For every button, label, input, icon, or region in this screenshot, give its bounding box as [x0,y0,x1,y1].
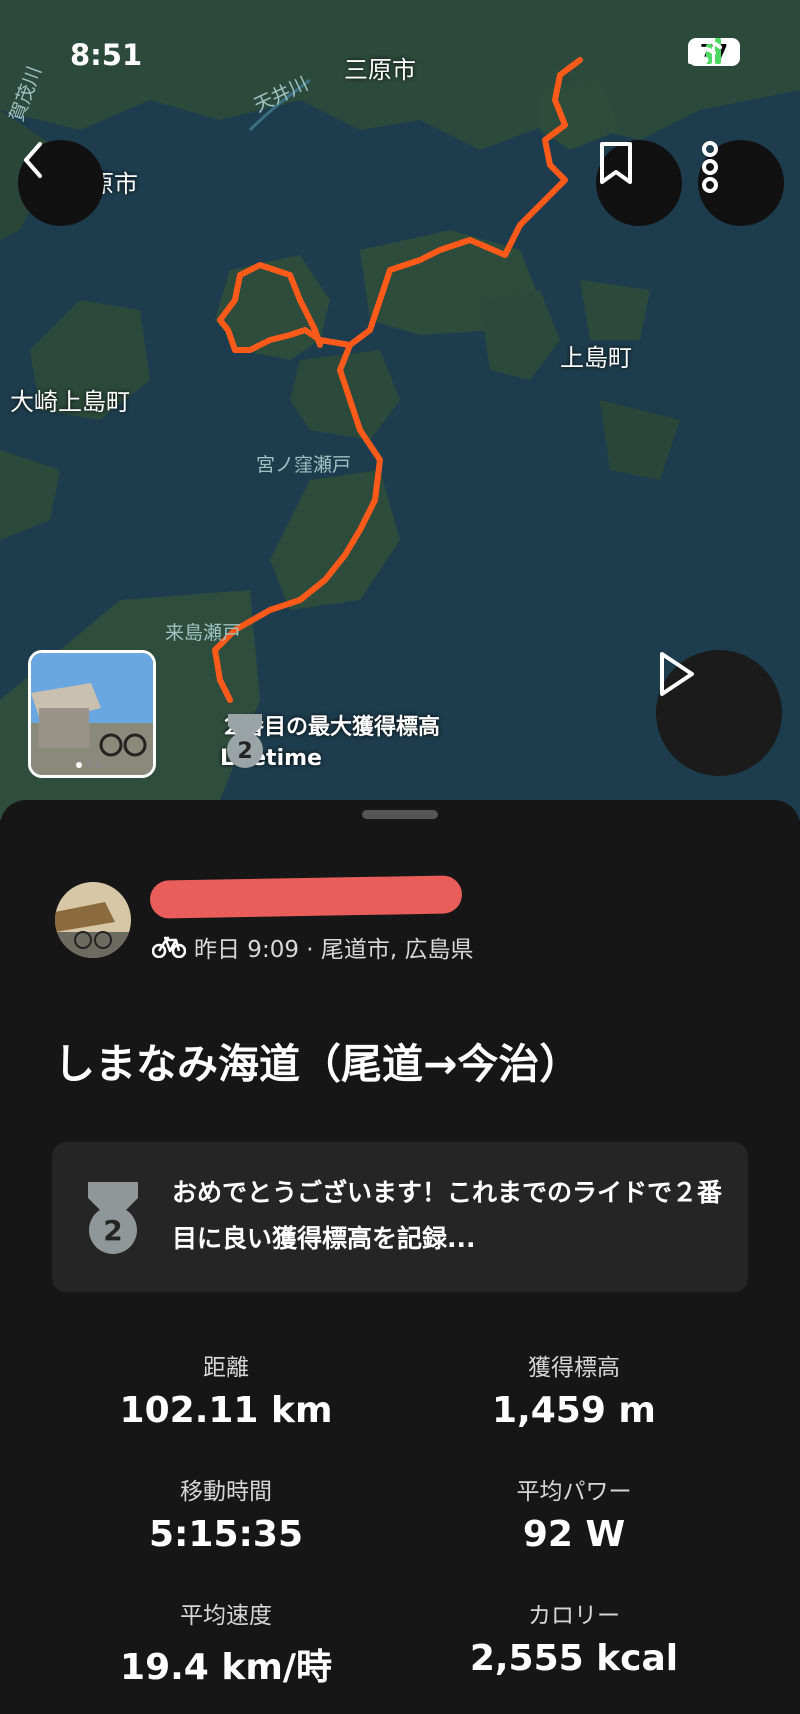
activity-meta-text: 昨日 9:09 · 尾道市, 広島県 [194,937,474,963]
status-time: 8:51 [70,38,143,72]
stat-moving-time: 移動時間 5:15:35 [76,1472,376,1555]
map-label-miyanokubo: 宮ノ窪瀬戸 [256,454,352,476]
map-label-osakikamijima: 大崎上島町 [10,388,130,416]
athlete-name-redacted [149,875,463,919]
sheet-drag-handle[interactable] [362,810,438,819]
map-medal-rank: 2 [237,739,252,764]
stat-value: 1,459 m [492,1390,656,1431]
stat-value: 92 W [522,1514,626,1555]
card-medal-rank: 2 [103,1214,122,1247]
stat-distance: 距離 102.11 km [76,1348,376,1431]
bookmark-icon [600,142,632,184]
activity-detail-sheet[interactable]: 昨日 9:09 · 尾道市, 広島県 しまなみ海道（尾道→今治） 2 おめでとう… [0,800,800,1714]
map-achievement-badge: 2 ２番目の最大獲得標高 Lifetime [220,712,440,774]
medal-icon: 2 [88,1182,138,1254]
status-icons: 77 [688,38,740,66]
more-icon [702,141,718,193]
activity-meta: 昨日 9:09 · 尾道市, 広島県 [152,930,474,964]
stat-elevation-gain: 獲得標高 1,459 m [424,1348,724,1431]
medal-icon: 2 [227,714,263,768]
stat-value: 102.11 km [119,1390,333,1431]
activity-photo-thumbnail[interactable] [28,650,156,778]
more-options-button[interactable] [698,140,784,226]
bike-icon [152,936,186,958]
photo-thumbnail-image [31,653,153,775]
map-label-kamijima: 上島町 [560,344,632,372]
stat-value: 19.4 km/時 [120,1647,332,1688]
map-label-mihara: 三原市 [344,56,416,84]
stat-label: 獲得標高 [528,1355,620,1381]
back-button[interactable] [18,140,104,226]
activity-title: しまなみ海道（尾道→今治） [54,1040,581,1088]
stat-label: 移動時間 [180,1479,272,1505]
bookmark-button[interactable] [596,140,682,226]
stat-label: カロリー [528,1603,620,1629]
avatar-image [55,882,131,958]
play-flyover-button[interactable] [656,650,782,776]
stat-value: 2,555 kcal [469,1638,679,1679]
achievement-message: おめでとうございます！これまでのライドで２番目に良い獲得標高を記録... [172,1178,723,1253]
stat-calories: カロリー 2,555 kcal [424,1596,724,1679]
stat-average-power: 平均パワー 92 W [424,1472,724,1555]
stat-label: 平均パワー [516,1479,632,1505]
stat-average-speed: 平均速度 19.4 km/時 [76,1596,376,1690]
play-icon [660,652,694,696]
avatar[interactable] [55,882,131,958]
map-label-kurushima: 来島瀬戸 [165,622,242,644]
wifi-icon [688,39,722,64]
back-icon [24,142,42,178]
stat-label: 距離 [203,1355,249,1381]
route-map[interactable]: 8:51 77 三原市 天井川 原市 賀茂川 上島町 大崎上島町 宮ノ窪瀬戸 来… [0,0,800,820]
stat-value: 5:15:35 [148,1514,304,1555]
achievement-card[interactable]: 2 おめでとうございます！これまでのライドで２番目に良い獲得標高を記録... [52,1142,748,1292]
stat-label: 平均速度 [180,1603,272,1629]
